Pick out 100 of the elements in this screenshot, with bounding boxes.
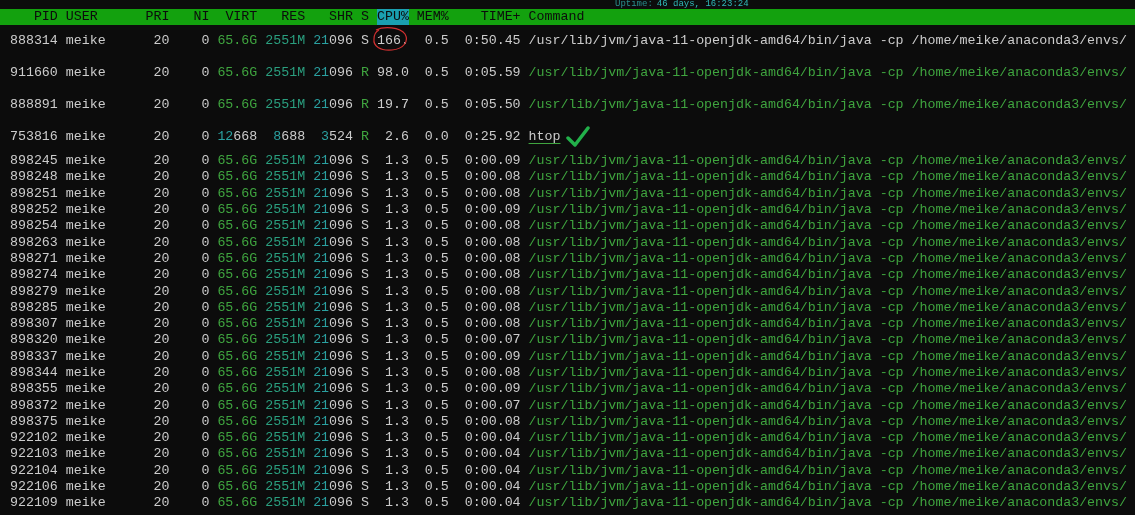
cpu-cell: 1.3 (384, 495, 409, 511)
user-cell: meike (65, 332, 106, 348)
command-cell: /usr/lib/jvm/java-11-openjdk-amd64/bin/java -cp /home/meike/anaconda3/envs/ (528, 397, 1128, 414)
nice-cell: 0 (201, 153, 210, 169)
mem-cell: 0.5 (424, 218, 449, 234)
res-cell: 2551M (265, 430, 306, 446)
command-cell: /usr/lib/jvm/java-11-openjdk-amd64/bin/java -cp /home/meike/anaconda3/envs/ (528, 413, 1128, 430)
column-header[interactable]: SHR (329, 9, 354, 25)
state-cell: S (361, 218, 369, 234)
pid-cell: 898252 (9, 202, 58, 218)
command-cell: /usr/lib/jvm/java-11-openjdk-amd64/bin/java -cp /home/meike/anaconda3/envs/ (528, 283, 1128, 300)
res-cell: 2551M (265, 316, 306, 332)
state-cell: S (361, 299, 369, 315)
virt-cell: 65.6G (217, 169, 258, 185)
virt-cell: 65.6G (217, 332, 258, 348)
priority-cell: 20 (153, 218, 170, 234)
priority-cell: 20 (153, 348, 170, 364)
command-cell: /usr/lib/jvm/java-11-openjdk-amd64/bin/java -cp /home/meike/anaconda3/envs/ (528, 446, 1128, 463)
state-cell: S (361, 332, 369, 348)
res-cell: 2551M (265, 283, 306, 299)
command-cell: /usr/lib/jvm/java-11-openjdk-amd64/bin/java -cp /home/meike/anaconda3/envs/ (528, 218, 1128, 235)
shr-cell: 21096 (313, 381, 354, 397)
user-cell: meike (65, 153, 106, 169)
cpu-cell: 1.3 (384, 348, 409, 364)
column-header[interactable]: NI (193, 9, 210, 25)
state-cell: S (361, 348, 369, 364)
checkmark-icon (566, 126, 591, 148)
res-cell: 2551M (265, 479, 306, 495)
state-cell: S (361, 479, 369, 495)
res-cell: 2551M (265, 169, 306, 185)
pid-cell: 922104 (9, 462, 58, 478)
mem-cell: 0.5 (424, 185, 449, 201)
state-cell: S (361, 234, 369, 250)
virt-cell: 65.6G (217, 33, 258, 48)
state-cell: S (361, 413, 369, 429)
nice-cell: 0 (201, 218, 210, 234)
time-cell: 0:00.08 (464, 218, 521, 234)
nice-cell: 0 (201, 185, 210, 201)
virt-cell: 65.6G (217, 495, 258, 511)
mem-cell: 0.5 (424, 381, 449, 397)
shr-cell: 21096 (313, 185, 354, 201)
command-cell: /usr/lib/jvm/java-11-openjdk-amd64/bin/java -cp /home/meike/anaconda3/envs/ (528, 462, 1128, 479)
nice-cell: 0 (201, 495, 210, 511)
column-header[interactable]: PRI (145, 9, 170, 25)
mem-cell: 0.5 (424, 413, 449, 429)
nice-cell: 0 (201, 446, 210, 462)
nice-cell: 0 (201, 381, 210, 397)
cpu-cell: 1.3 (384, 479, 409, 495)
column-header[interactable]: Command (528, 9, 585, 25)
res-cell: 2551M (265, 234, 306, 250)
priority-cell: 20 (153, 234, 170, 250)
cpu-cell: 1.3 (384, 462, 409, 478)
nice-cell: 0 (201, 267, 210, 283)
shr-cell: 21096 (313, 348, 354, 364)
nice-cell: 0 (201, 397, 210, 413)
mem-cell: 0.5 (424, 202, 449, 218)
column-header[interactable]: RES (281, 9, 306, 25)
column-header[interactable]: PID (33, 9, 58, 25)
state-cell: S (361, 316, 369, 332)
cpu-cell: 1.3 (384, 202, 409, 218)
pid-cell: 922102 (9, 430, 58, 446)
shr-cell: 21096 (313, 202, 354, 218)
res-cell: 2551M (265, 33, 306, 48)
user-cell: meike (65, 446, 106, 462)
virt-cell: 65.6G (217, 397, 258, 413)
column-header[interactable]: USER (65, 9, 98, 25)
res-cell: 2551M (265, 250, 306, 266)
mem-cell: 0.5 (424, 365, 449, 380)
time-cell: 0:00.08 (464, 283, 521, 299)
cpu-cell: 1.3 (384, 365, 409, 380)
shr-cell: 21096 (313, 65, 354, 80)
priority-cell: 20 (153, 365, 170, 380)
shr-cell: 21096 (313, 446, 354, 462)
priority-cell: 20 (153, 283, 170, 299)
res-cell: 2551M (265, 348, 306, 364)
virt-cell: 65.6G (217, 202, 258, 218)
state-cell: S (361, 397, 369, 413)
virt-cell: 65.6G (217, 234, 258, 250)
priority-cell: 20 (153, 397, 170, 413)
pid-cell: 898279 (9, 283, 58, 299)
column-header[interactable]: S (361, 9, 369, 25)
column-header[interactable]: CPU% (376, 9, 409, 25)
state-cell: S (361, 250, 369, 266)
state-cell: S (361, 33, 369, 48)
cpu-cell: 1.3 (384, 381, 409, 397)
pid-cell: 898254 (9, 218, 58, 234)
cpu-cell: 1.3 (384, 430, 409, 446)
virt-cell: 65.6G (217, 479, 258, 495)
column-header[interactable]: VIRT (225, 9, 258, 25)
res-cell: 2551M (265, 365, 306, 380)
pid-cell: 922109 (9, 495, 58, 511)
column-header[interactable]: TIME+ (480, 9, 521, 25)
pid-cell: 898344 (9, 365, 58, 380)
column-header[interactable]: MEM% (416, 9, 449, 25)
command-cell: htop (528, 129, 561, 145)
shr-cell: 21096 (313, 413, 354, 429)
res-cell: 2551M (265, 462, 306, 478)
virt-cell: 65.6G (217, 283, 258, 299)
nice-cell: 0 (201, 169, 210, 185)
user-cell: meike (65, 283, 106, 299)
